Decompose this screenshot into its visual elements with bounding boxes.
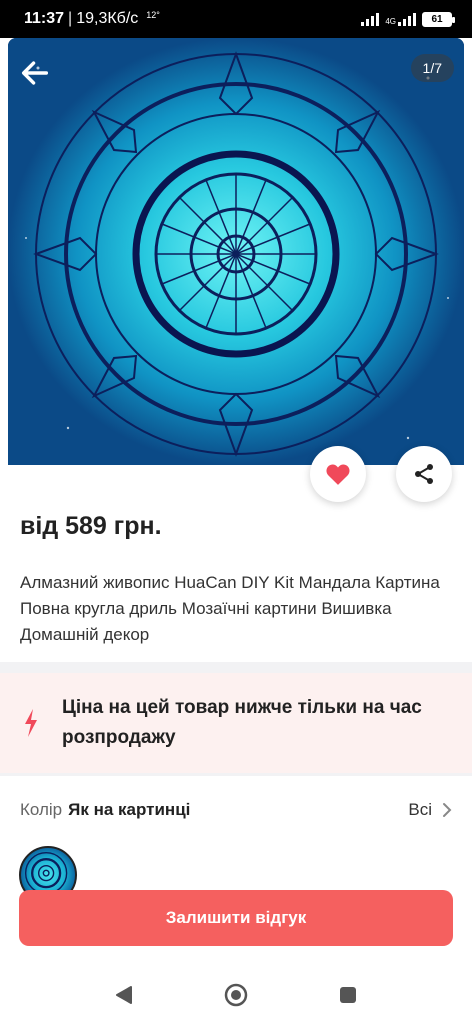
share-button[interactable]: [396, 446, 452, 502]
signal-icon-2: [398, 12, 416, 26]
sale-banner-text: Ціна на цей товар нижче тільки на час ро…: [62, 697, 422, 748]
square-recents-icon: [340, 987, 356, 1003]
status-left: 11:37 | 19,3Кб/с 12°: [24, 10, 160, 28]
product-image[interactable]: 1/7: [8, 38, 464, 465]
status-speed: 19,3Кб/с: [76, 10, 139, 27]
status-time: 11:37: [24, 10, 65, 27]
color-value: Як на картинці: [68, 800, 191, 819]
back-button[interactable]: [18, 56, 52, 90]
status-right: 4G 61: [361, 11, 455, 27]
mandala-image: [8, 38, 464, 465]
image-counter: 1/7: [410, 54, 454, 82]
battery-icon: 61: [422, 11, 455, 27]
signal-icon: [361, 12, 380, 26]
network-label: 4G: [385, 17, 396, 26]
triangle-back-icon: [116, 986, 132, 1004]
sale-banner: Ціна на цей товар нижче тільки на час ро…: [0, 673, 472, 773]
nav-back-button[interactable]: [112, 983, 136, 1007]
all-colors-label: Всі: [408, 800, 432, 819]
status-extra: 12°: [146, 10, 160, 20]
product-price: від 589 грн.: [20, 512, 162, 540]
color-selector-row: Колір Як на картинці Всі: [20, 800, 452, 820]
system-nav-bar: [0, 966, 472, 1024]
lightning-icon: [20, 709, 42, 737]
section-divider: [0, 773, 472, 776]
nav-home-button[interactable]: [224, 983, 248, 1007]
nav-recents-button[interactable]: [336, 983, 360, 1007]
chevron-right-icon: [443, 803, 452, 817]
color-label: Колір: [20, 800, 63, 819]
product-title: Алмазний живопис HuaCan DIY Kit Мандала …: [20, 573, 440, 644]
all-colors-link[interactable]: Всі: [408, 800, 452, 820]
status-separator: |: [68, 10, 73, 27]
battery-level: 61: [431, 13, 443, 25]
circle-home-icon: [224, 983, 248, 1007]
section-divider: [0, 662, 472, 673]
leave-review-button[interactable]: Залишити відгук: [19, 890, 453, 946]
heart-icon: [326, 464, 350, 485]
share-icon: [415, 464, 433, 484]
arrow-left-icon: [21, 61, 49, 85]
status-bar: 11:37 | 19,3Кб/с 12° 4G 61: [0, 0, 472, 38]
favorite-button[interactable]: [310, 446, 366, 502]
